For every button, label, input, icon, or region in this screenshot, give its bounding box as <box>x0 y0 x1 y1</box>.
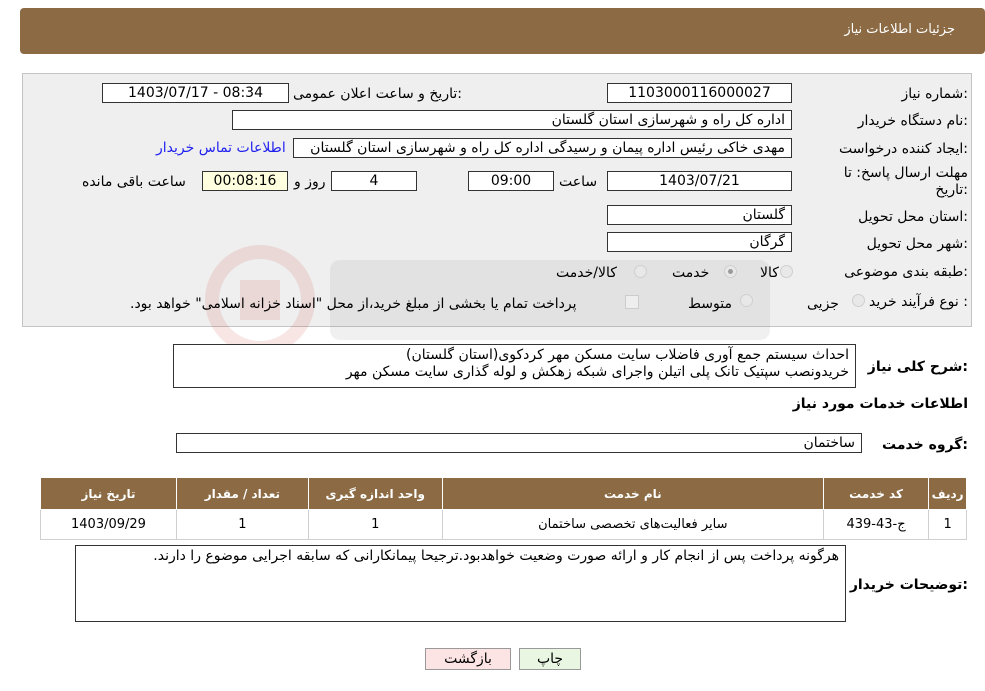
process-small-label: جزیی <box>807 296 839 312</box>
treasury-checkbox[interactable] <box>625 295 639 309</box>
city-label: شهر محل تحویل: <box>866 236 968 252</box>
buyer-notes-text: هرگونه پرداخت پس از انجام کار و ارائه صو… <box>153 548 839 564</box>
col-row: ردیف <box>928 477 967 510</box>
process-medium-label: متوسط <box>688 296 732 312</box>
col-qty: تعداد / مقدار <box>175 477 309 510</box>
category-both-label: کالا/خدمت <box>556 265 617 281</box>
province-label: استان محل تحویل: <box>858 209 968 225</box>
services-table: ردیف کد خدمت نام خدمت واحد اندازه گیری ت… <box>40 477 967 540</box>
table-header-row: ردیف کد خدمت نام خدمت واحد اندازه گیری ت… <box>40 477 967 510</box>
col-code: کد خدمت <box>822 477 930 510</box>
cell-unit: 1 <box>307 509 443 540</box>
cell-date: 1403/09/29 <box>40 509 177 540</box>
need-number-label: شماره نیاز: <box>901 86 968 102</box>
col-unit: واحد اندازه گیری <box>307 477 443 510</box>
cell-code: ج-43-439 <box>822 509 930 540</box>
need-number-field[interactable]: 1103000116000027 <box>607 83 792 103</box>
buyer-notes-textarea[interactable]: هرگونه پرداخت پس از انجام کار و ارائه صو… <box>75 545 846 622</box>
col-date: تاریخ نیاز <box>40 477 177 510</box>
city-field[interactable]: گرگان <box>607 232 792 252</box>
page-header: جزئیات اطلاعات نیاز <box>20 8 985 54</box>
buyer-label: نام دستگاه خریدار: <box>857 113 968 129</box>
cell-name: سایر فعالیت‌های تخصصی ساختمان <box>441 509 824 540</box>
process-label: نوع فرآیند خرید : <box>869 294 968 310</box>
announce-label: تاریخ و ساعت اعلان عمومی: <box>293 86 462 102</box>
deadline-time-field[interactable]: 09:00 <box>468 171 554 191</box>
cell-row: 1 <box>928 509 967 540</box>
page-title: جزئیات اطلاعات نیاز <box>844 22 955 37</box>
creator-label: ایجاد کننده درخواست: <box>839 141 968 157</box>
creator-field[interactable]: مهدی خاکی رئیس اداره پیمان و رسیدگی ادار… <box>293 138 792 158</box>
summary-label: شرح کلی نیاز: <box>867 359 968 375</box>
print-button[interactable]: چاپ <box>519 648 581 670</box>
deadline-label: مهلت ارسال پاسخ: تا تاریخ: <box>843 165 968 198</box>
summary-textarea[interactable]: احداث سیستم جمع آوری فاضلاب سایت مسکن مه… <box>173 344 856 388</box>
process-small-radio[interactable] <box>852 294 865 307</box>
days-label: روز و <box>294 174 326 190</box>
summary-line-2: خریدونصب سپتیک تانک پلی اتیلن واجرای شبک… <box>345 364 849 380</box>
category-goods-radio[interactable] <box>780 265 793 278</box>
treasury-note: پرداخت تمام یا بخشی از مبلغ خرید،از محل … <box>130 296 577 312</box>
category-both-radio[interactable] <box>634 265 647 278</box>
category-service-radio[interactable] <box>724 265 737 278</box>
category-service-label: خدمت <box>672 265 710 281</box>
announce-date-field[interactable]: 1403/07/17 - 08:34 <box>102 83 289 103</box>
service-group-label: گروه خدمت: <box>882 437 968 453</box>
deadline-time-label: ساعت <box>559 174 598 190</box>
province-field[interactable]: گلستان <box>607 205 792 225</box>
category-label: طبقه بندی موضوعی: <box>844 264 968 280</box>
buyer-contact-link[interactable]: اطلاعات تماس خریدار <box>156 140 286 156</box>
summary-line-1: احداث سیستم جمع آوری فاضلاب سایت مسکن مه… <box>406 347 849 363</box>
remaining-time-field: 00:08:16 <box>202 171 288 191</box>
deadline-date-field[interactable]: 1403/07/21 <box>607 171 792 191</box>
back-button[interactable]: بازگشت <box>425 648 511 670</box>
process-medium-radio[interactable] <box>740 294 753 307</box>
remaining-label: ساعت باقی مانده <box>82 174 186 190</box>
category-goods-label: کالا <box>760 265 779 281</box>
buyer-notes-label: توضیحات خریدار: <box>849 577 968 593</box>
services-title: اطلاعات خدمات مورد نیاز <box>792 396 968 412</box>
buyer-field[interactable]: اداره کل راه و شهرسازی استان گلستان <box>232 110 792 130</box>
col-name: نام خدمت <box>441 477 824 510</box>
service-group-field[interactable]: ساختمان <box>176 433 862 453</box>
days-field[interactable]: 4 <box>331 171 417 191</box>
table-row[interactable]: 1 ج-43-439 سایر فعالیت‌های تخصصی ساختمان… <box>40 509 967 540</box>
cell-qty: 1 <box>175 509 309 540</box>
